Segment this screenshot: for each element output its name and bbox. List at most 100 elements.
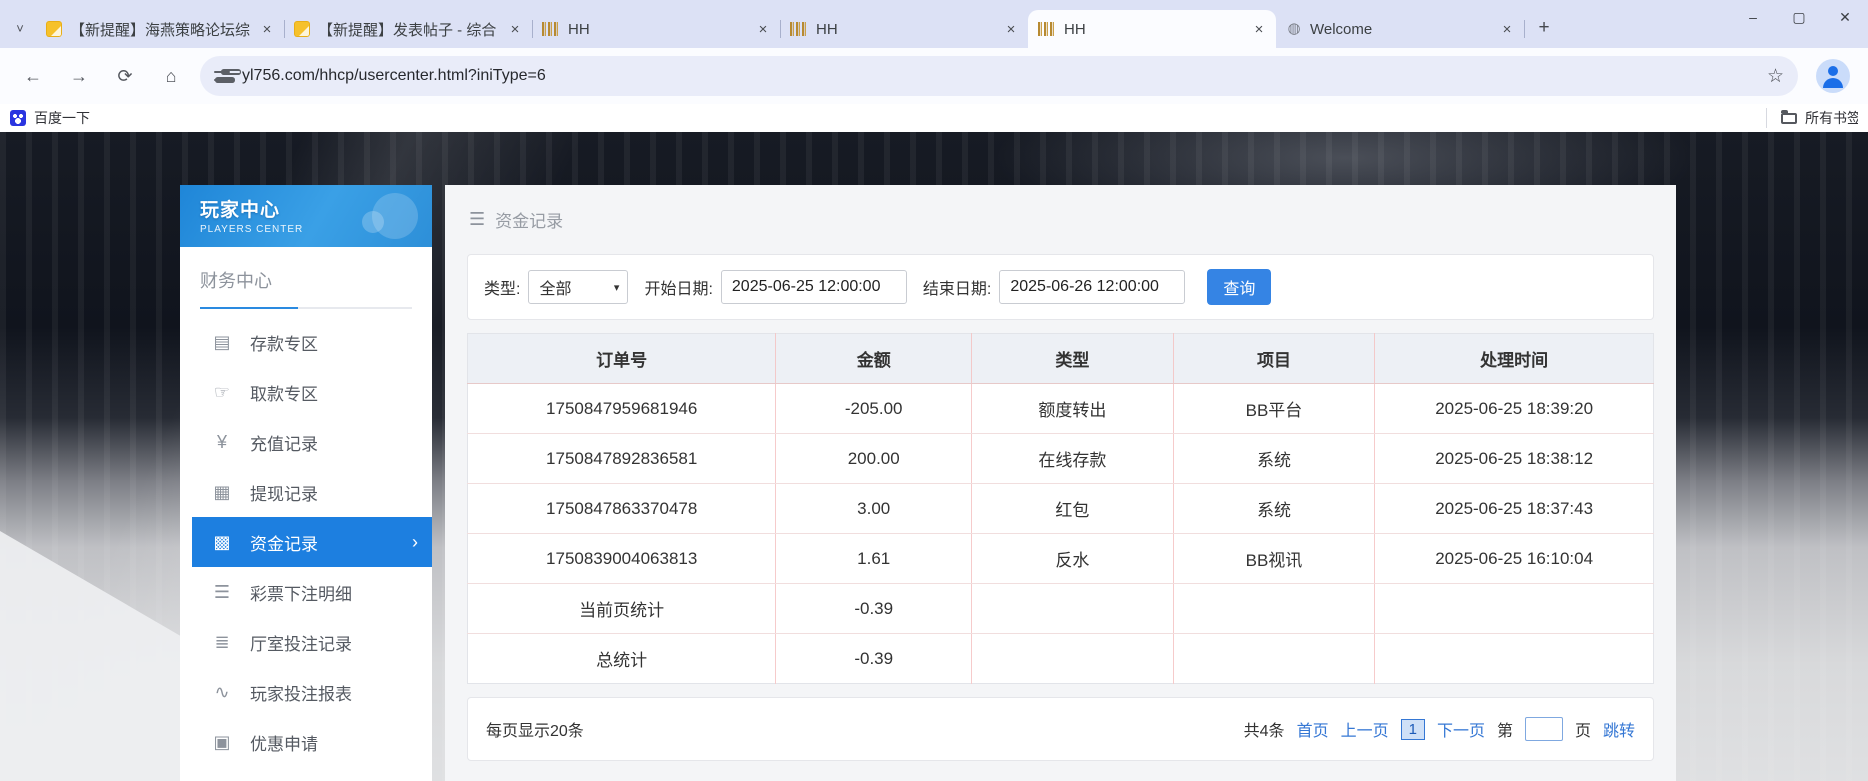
maximize-button[interactable]: ▢ xyxy=(1776,0,1822,34)
browser-tab[interactable]: 【新提醒】发表帖子 - 综合 × xyxy=(284,10,532,48)
baidu-favicon-icon xyxy=(10,110,26,126)
sidebar-item[interactable]: ☞ 取款专区 xyxy=(180,367,432,417)
browser-tab[interactable]: HH × xyxy=(532,10,780,48)
table-cell: 红包 xyxy=(972,484,1174,534)
sidebar-item[interactable]: ∿ 玩家投注报表 xyxy=(180,667,432,717)
close-window-button[interactable]: ✕ xyxy=(1822,0,1868,34)
jump-suffix-label: 页 xyxy=(1575,717,1591,741)
table-cell: 1750847892836581 xyxy=(468,434,776,484)
site-info-icon[interactable] xyxy=(214,69,232,83)
all-bookmarks-button[interactable]: 所有书签 xyxy=(1766,108,1858,128)
table-cell: -0.39 xyxy=(776,584,972,634)
tab-title: Welcome xyxy=(1310,21,1498,38)
tab-title: 【新提醒】发表帖子 - 综合 xyxy=(318,19,506,40)
sidebar-item-label: 优惠申请 xyxy=(250,730,318,755)
search-button[interactable]: 查询 xyxy=(1207,269,1271,305)
next-page-link[interactable]: 下一页 xyxy=(1437,717,1485,741)
sidebar-item[interactable]: ▤ 存款专区 xyxy=(180,317,432,367)
pagination-controls: 共4条 首页 上一页 1 下一页 第 页 跳转 xyxy=(1244,717,1635,741)
chevron-right-icon: › xyxy=(412,532,418,553)
tab-separator xyxy=(1524,20,1525,38)
table-cell xyxy=(1173,584,1375,634)
back-button[interactable]: ← xyxy=(16,59,50,93)
table-row: 17508390040638131.61反水BB视讯2025-06-25 16:… xyxy=(468,534,1654,584)
scribble-gold-icon xyxy=(790,22,808,36)
tab-close-icon[interactable]: × xyxy=(1002,20,1020,38)
jump-prefix-label: 第 xyxy=(1497,717,1513,741)
start-date-input[interactable]: 2025-06-25 12:00:00 xyxy=(721,270,907,304)
prev-page-link[interactable]: 上一页 xyxy=(1341,717,1389,741)
table-cell: 额度转出 xyxy=(972,384,1174,434)
tab-close-icon[interactable]: × xyxy=(1498,20,1516,38)
tab-close-icon[interactable]: × xyxy=(1250,20,1268,38)
tab-strip: ˅ 【新提醒】海燕策略论坛综 × 【新提醒】发表帖子 - 综合 × HH × H… xyxy=(0,0,1868,48)
table-cell xyxy=(972,584,1174,634)
tab-close-icon[interactable]: × xyxy=(258,20,276,38)
start-date-label: 开始日期: xyxy=(644,275,712,299)
table-cell xyxy=(1375,634,1654,684)
table-row: 1750847959681946-205.00额度转出BB平台2025-06-2… xyxy=(468,384,1654,434)
browser-tab[interactable]: 【新提醒】海燕策略论坛综 × xyxy=(36,10,284,48)
sidebar-item[interactable]: ☰ 彩票下注明细 xyxy=(180,567,432,617)
forward-button[interactable]: → xyxy=(62,59,96,93)
bookmark-star-icon[interactable]: ☆ xyxy=(1767,65,1784,88)
browser-tab[interactable]: HH × xyxy=(1028,10,1276,48)
pagination-bar: 每页显示20条 共4条 首页 上一页 1 下一页 第 页 跳转 xyxy=(467,697,1654,761)
new-tab-button[interactable]: + xyxy=(1530,14,1558,42)
bookmarks-bar: 百度一下 所有书签 xyxy=(0,104,1868,132)
sidebar-item[interactable]: ▩ 资金记录 › xyxy=(192,517,432,567)
chat-yellow-icon xyxy=(294,21,310,37)
browser-tab[interactable]: Welcome × xyxy=(1276,10,1524,48)
scribble-gold-icon xyxy=(1038,22,1056,36)
url-text[interactable]: yl756.com/hhcp/usercenter.html?iniType=6 xyxy=(242,67,1759,85)
sidebar-subtitle: PLAYERS CENTER xyxy=(200,224,432,235)
minimize-button[interactable]: – xyxy=(1730,0,1776,34)
profile-avatar[interactable] xyxy=(1816,59,1850,93)
lottery-detail-icon: ☰ xyxy=(210,582,234,603)
table-cell: 1750839004063813 xyxy=(468,534,776,584)
panel-header: ☰ 资金记录 xyxy=(445,185,1676,246)
browser-tab[interactable]: HH × xyxy=(780,10,1028,48)
sidebar-item-label: 取款专区 xyxy=(250,380,318,405)
sidebar-header: 玩家中心 PLAYERS CENTER xyxy=(180,185,432,247)
end-date-input[interactable]: 2025-06-26 12:00:00 xyxy=(999,270,1185,304)
close-icon: ✕ xyxy=(1839,9,1851,26)
table-cell: 在线存款 xyxy=(972,434,1174,484)
sidebar-menu: ▤ 存款专区 ☞ 取款专区 ¥ 充值记录 ▦ 提现记录 ▩ 资金记录 › ☰ 彩… xyxy=(180,317,432,767)
section-underline xyxy=(200,307,412,309)
sidebar-item[interactable]: ¥ 充值记录 xyxy=(180,417,432,467)
home-button[interactable]: ⌂ xyxy=(154,59,188,93)
first-page-link[interactable]: 首页 xyxy=(1297,717,1329,741)
sidebar-item[interactable]: ▣ 优惠申请 xyxy=(180,717,432,767)
all-bookmarks-label: 所有书签 xyxy=(1805,108,1858,128)
reload-icon: ⟳ xyxy=(117,66,132,87)
tab-title: HH xyxy=(1064,21,1250,38)
page-background: 玩家中心 PLAYERS CENTER 财务中心 ▤ 存款专区 ☞ 取款专区 ¥… xyxy=(0,132,1868,781)
back-icon: ← xyxy=(24,66,42,87)
funds-record-panel: ☰ 资金记录 类型: 全部 ▾ 开始日期: 2025-06-25 12:00:0… xyxy=(445,185,1676,781)
jump-link[interactable]: 跳转 xyxy=(1603,717,1635,741)
column-header: 类型 xyxy=(972,334,1174,384)
current-page-badge[interactable]: 1 xyxy=(1401,719,1425,740)
column-header: 订单号 xyxy=(468,334,776,384)
table-row: 总统计-0.39 xyxy=(468,634,1654,684)
funds-table: 订单号金额类型项目处理时间 1750847959681946-205.00额度转… xyxy=(467,333,1654,684)
sidebar-item-label: 彩票下注明细 xyxy=(250,580,352,605)
tab-search-button[interactable]: ˅ xyxy=(6,14,34,42)
table-cell: 系统 xyxy=(1173,434,1375,484)
address-bar[interactable]: yl756.com/hhcp/usercenter.html?iniType=6… xyxy=(200,56,1798,96)
table-cell: 反水 xyxy=(972,534,1174,584)
bookmark-baidu[interactable]: 百度一下 xyxy=(10,108,90,128)
sidebar-item-label: 资金记录 xyxy=(250,530,318,555)
plus-icon: + xyxy=(1538,17,1549,39)
type-label: 类型: xyxy=(484,275,520,299)
page-jump-input[interactable] xyxy=(1525,717,1563,741)
folder-icon xyxy=(1781,113,1797,124)
type-select[interactable]: 全部 ▾ xyxy=(528,270,628,304)
sidebar-item[interactable]: ≣ 厅室投注记录 xyxy=(180,617,432,667)
reload-button[interactable]: ⟳ xyxy=(108,59,142,93)
tab-close-icon[interactable]: × xyxy=(754,20,772,38)
minimize-icon: – xyxy=(1749,9,1757,25)
sidebar-item[interactable]: ▦ 提现记录 xyxy=(180,467,432,517)
tab-close-icon[interactable]: × xyxy=(506,20,524,38)
